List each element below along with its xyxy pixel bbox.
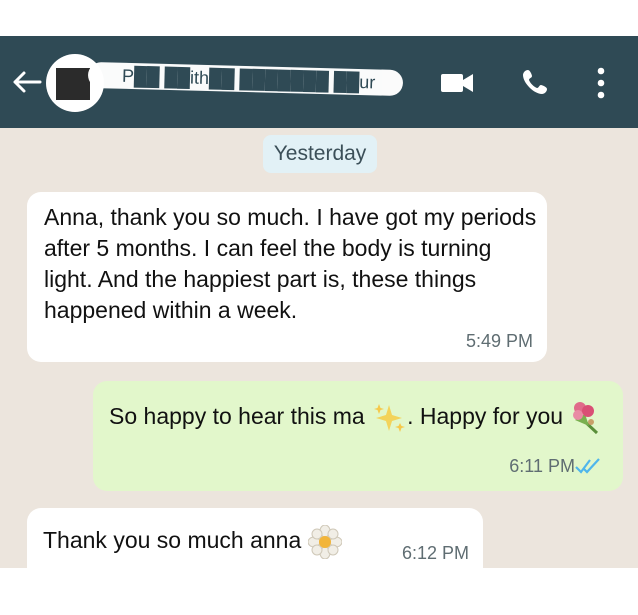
incoming-message[interactable]: Anna, thank you so much. I have got my p… [27, 192, 547, 362]
message-text-content: Thank you so much anna [43, 527, 308, 554]
incoming-message[interactable]: Thank you so much anna 6:12 PM [27, 508, 483, 568]
date-separator: Yesterday [263, 135, 377, 173]
message-text: So happy to hear this ma . Happy for you [109, 395, 609, 438]
video-call-icon[interactable] [440, 70, 474, 96]
blossom-emoji [307, 525, 342, 559]
chat-header: P██ ██ith██ ███████ ██ur [0, 36, 638, 128]
contact-name[interactable]: P██ ██ith██ ███████ ██ur [87, 61, 404, 97]
sparkles-emoji [374, 403, 406, 432]
more-vert-icon[interactable] [593, 66, 609, 100]
outgoing-message[interactable]: So happy to hear this ma . Happy for you… [93, 381, 623, 491]
message-text-part2: . Happy for you [407, 403, 570, 429]
message-text: Thank you so much anna [43, 525, 342, 559]
chat-area[interactable]: Yesterday Anna, thank you so much. I hav… [0, 128, 638, 568]
read-receipt-icon [575, 458, 600, 474]
message-time: 5:49 PM [465, 331, 533, 351]
bouquet-emoji [573, 401, 599, 435]
avatar-photo [56, 68, 90, 100]
message-time: 6:11 PM [509, 456, 575, 476]
phone-icon[interactable] [521, 68, 549, 96]
back-arrow-icon[interactable] [10, 69, 42, 95]
message-text: Anna, thank you so much. I have got my p… [44, 204, 537, 323]
message-time: 6:12 PM [401, 543, 469, 563]
message-text-part1: So happy to hear this ma [109, 403, 372, 429]
